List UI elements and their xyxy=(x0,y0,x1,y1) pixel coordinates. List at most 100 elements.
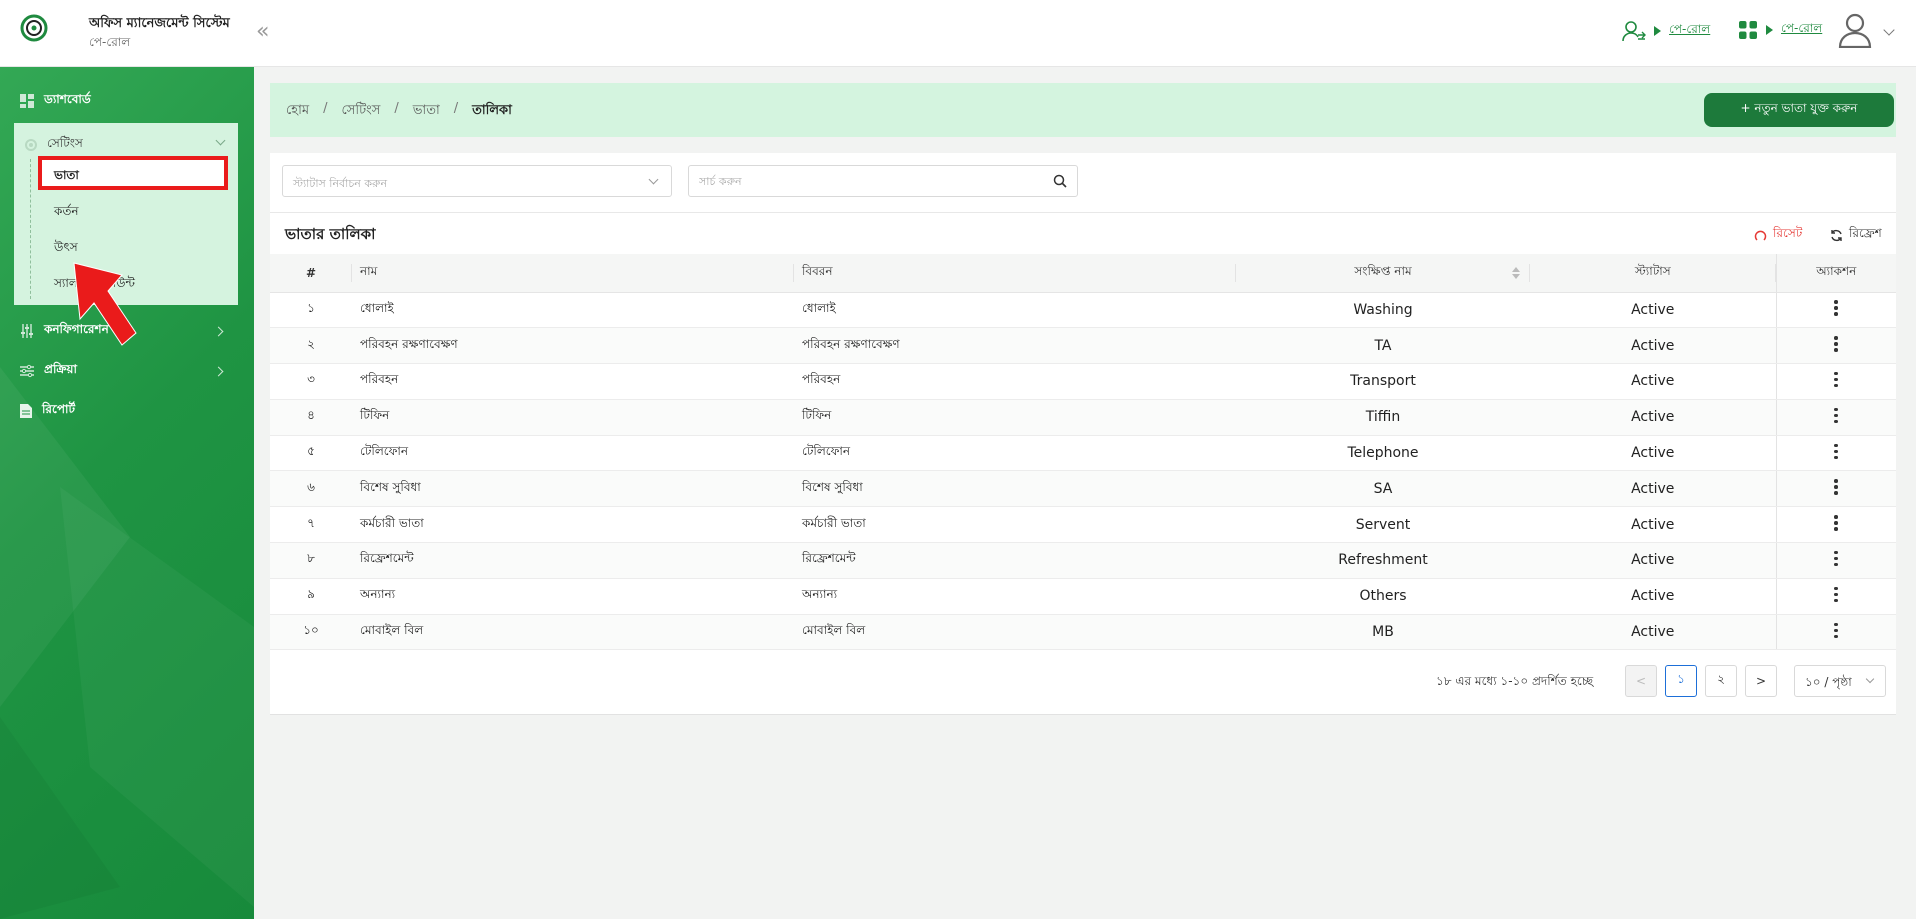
row-action-cell xyxy=(1775,327,1896,365)
sliders-icon xyxy=(21,324,33,338)
play-icon xyxy=(1766,25,1773,35)
user-avatar-icon[interactable] xyxy=(1838,12,1872,48)
chevron-right-icon xyxy=(213,326,224,336)
breadcrumb-current: তালিকা xyxy=(472,103,512,118)
module-label[interactable]: পে-রোল xyxy=(1669,21,1710,41)
refresh-button[interactable]: রিফ্রেশ xyxy=(1830,225,1882,245)
table-row: ৫ টেলিফোন টেলিফোন Telephone Active xyxy=(270,435,1896,472)
app-subtitle: পে-রোল xyxy=(89,35,131,49)
table-row: ১ ধোলাই ধোলাই Washing Active xyxy=(270,292,1896,329)
reset-button[interactable]: রিসেট xyxy=(1754,225,1802,245)
sidebar-item-dashboard[interactable]: ড্যাশবোর্ড xyxy=(20,91,234,111)
allowance-list-panel: স্ট্যাটাস নির্বাচন করুন ভাতার তালিকা রিস… xyxy=(270,153,1896,715)
row-name: টিফিন xyxy=(352,399,794,436)
table-title: ভাতার তালিকা xyxy=(285,225,376,243)
add-allowance-button[interactable]: + নতুন ভাতা যুক্ত করুন xyxy=(1704,93,1894,127)
sidebar-item-label: রিপোর্ট xyxy=(42,402,76,416)
row-status: Active xyxy=(1530,435,1776,472)
more-vertical-icon[interactable] xyxy=(1834,336,1838,352)
sidebar-item-configuration[interactable]: কনফিগারেশন xyxy=(20,321,234,341)
more-vertical-icon[interactable] xyxy=(1834,407,1838,424)
play-icon xyxy=(1654,26,1661,36)
row-index: ৬ xyxy=(270,470,352,508)
row-short-name: Servent xyxy=(1236,506,1530,544)
row-index: ৩ xyxy=(270,363,352,400)
table-row: ২ পরিবহন রক্ষণাবেক্ষণ পরিবহন রক্ষণাবেক্ষণ T… xyxy=(270,327,1896,365)
search-input[interactable] xyxy=(689,166,1029,196)
row-name: ধোলাই xyxy=(352,292,794,329)
breadcrumb-allowance[interactable]: ভাতা xyxy=(413,101,440,122)
dashboard-icon xyxy=(20,94,34,108)
sidebar-item-process[interactable]: প্রক্রিয়া xyxy=(20,361,234,381)
apps-module-switch[interactable]: পে-রোল xyxy=(1738,20,1822,40)
more-vertical-icon[interactable] xyxy=(1834,550,1838,567)
module-label[interactable]: পে-রোল xyxy=(1781,20,1822,40)
page-size-select[interactable]: ১০ / পৃষ্ঠা xyxy=(1794,665,1886,697)
chevron-down-icon xyxy=(648,174,659,185)
chevron-down-icon xyxy=(1865,674,1875,684)
status-select[interactable]: স্ট্যাটাস নির্বাচন করুন xyxy=(282,165,672,197)
more-vertical-icon[interactable] xyxy=(1834,515,1838,531)
row-short-name: MB xyxy=(1236,614,1530,651)
row-action-cell xyxy=(1775,470,1896,508)
row-short-name: Tiffin xyxy=(1236,399,1530,436)
sidebar-item-settings[interactable]: সেটিংস xyxy=(24,135,226,155)
column-header-status: স্ট্যাটাস xyxy=(1530,254,1776,293)
sidebar-item-label: ড্যাশবোর্ড xyxy=(44,92,91,106)
row-description: ধোলাই xyxy=(794,292,1236,329)
chevron-right-icon xyxy=(213,366,224,376)
collapse-sidebar-button[interactable]: « xyxy=(256,19,269,44)
gear-icon xyxy=(25,139,37,151)
breadcrumb: হোম / সেটিংস / ভাতা / তালিকা xyxy=(286,101,512,122)
row-short-name: Washing xyxy=(1236,292,1530,329)
chevron-down-icon[interactable] xyxy=(1883,24,1895,36)
user-module-switch[interactable]: পে-রোল xyxy=(1622,20,1710,42)
row-index: ১ xyxy=(270,292,352,329)
more-vertical-icon[interactable] xyxy=(1834,443,1838,460)
more-vertical-icon[interactable] xyxy=(1834,371,1838,388)
top-header: অফিস ম্যানেজমেন্ট সিস্টেম পে-রোল « পে-রো… xyxy=(0,0,1916,67)
row-name: পরিবহন রক্ষণাবেক্ষণ xyxy=(352,327,794,365)
sidebar-item-label: কনফিগারেশন xyxy=(44,322,109,336)
sidebar-subitem-source[interactable]: উৎস xyxy=(54,239,78,259)
sidebar-subitem-deduction[interactable]: কর্তন xyxy=(54,203,79,223)
row-action-cell xyxy=(1775,399,1896,436)
row-action-cell xyxy=(1775,363,1896,400)
table-row: ৯ অন্যান্য অন্যান্য Others Active xyxy=(270,578,1896,615)
search-field[interactable] xyxy=(688,165,1078,197)
breadcrumb-separator: / xyxy=(394,101,399,116)
row-status: Active xyxy=(1530,292,1776,329)
next-page-button[interactable]: > xyxy=(1745,665,1777,697)
table-row: ৮ রিফ্রেশমেন্ট রিফ্রেশমেন্ট Refreshment Acti… xyxy=(270,542,1896,579)
sidebar-subitem-allowance[interactable]: ভাতা xyxy=(54,167,79,187)
more-vertical-icon[interactable] xyxy=(1834,300,1838,316)
refresh-label: রিফ্রেশ xyxy=(1849,226,1882,240)
panel-divider xyxy=(270,212,1896,213)
column-header-short-name[interactable]: সংক্ষিপ্ত নাম xyxy=(1236,254,1530,293)
row-short-name: Telephone xyxy=(1236,435,1530,472)
search-icon[interactable] xyxy=(1053,174,1067,188)
row-name: বিশেষ সুবিধা xyxy=(352,470,794,508)
sort-icon[interactable] xyxy=(1512,267,1520,279)
more-vertical-icon[interactable] xyxy=(1834,479,1838,495)
row-index: ১০ xyxy=(270,614,352,651)
breadcrumb-settings[interactable]: সেটিংস xyxy=(341,101,380,122)
table-header-row: # নাম বিবরন সংক্ষিপ্ত নাম স্ট্যাটাস অ্যা… xyxy=(270,254,1896,293)
breadcrumb-separator: / xyxy=(323,101,328,116)
breadcrumb-home[interactable]: হোম xyxy=(286,101,309,122)
page-1-button[interactable]: ১ xyxy=(1665,665,1697,697)
sidebar-item-report[interactable]: রিপোর্ট xyxy=(20,401,234,421)
row-status: Active xyxy=(1530,614,1776,651)
more-vertical-icon[interactable] xyxy=(1834,622,1838,639)
prev-page-button[interactable]: < xyxy=(1625,665,1657,697)
row-name: টেলিফোন xyxy=(352,435,794,472)
row-description: বিশেষ সুবিধা xyxy=(794,470,1236,508)
row-description: অন্যান্য xyxy=(794,578,1236,615)
more-vertical-icon[interactable] xyxy=(1834,586,1838,603)
row-description: মোবাইল বিল xyxy=(794,614,1236,651)
row-description: টিফিন xyxy=(794,399,1236,436)
table-body: ১ ধোলাই ধোলাই Washing Active ২ পরিবহন রক্ষণাবে… xyxy=(270,292,1896,651)
page-size-value: ১০ / পৃষ্ঠা xyxy=(1805,675,1852,689)
status-select-placeholder: স্ট্যাটাস নির্বাচন করুন xyxy=(293,177,388,190)
page-2-button[interactable]: ২ xyxy=(1705,665,1737,697)
